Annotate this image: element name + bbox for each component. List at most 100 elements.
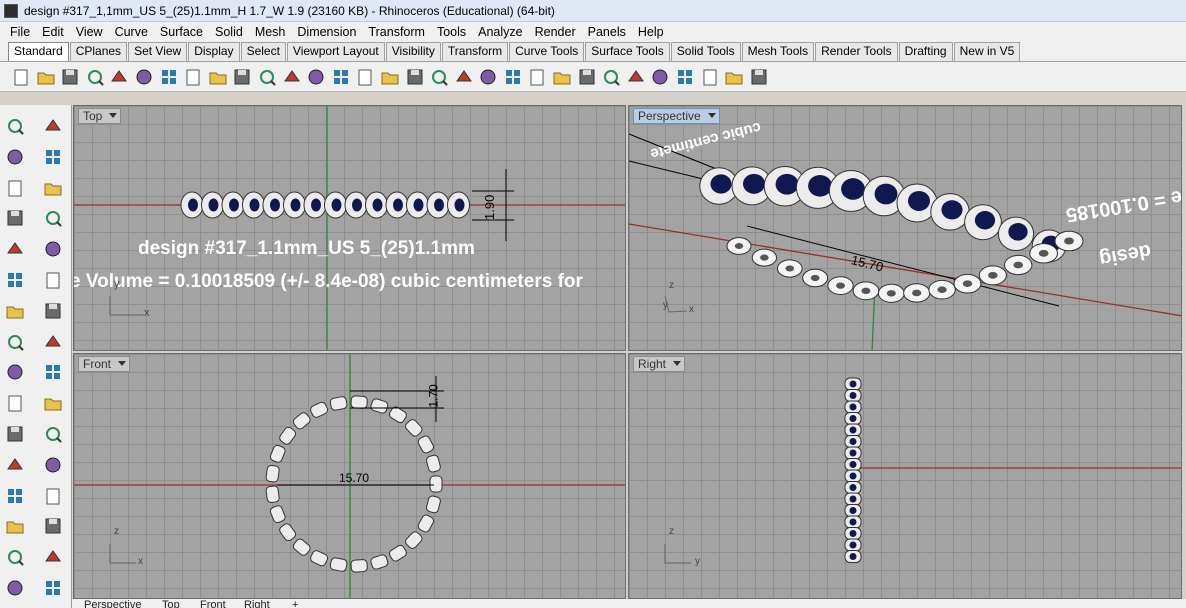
tab-transform[interactable]: Transform (441, 42, 509, 61)
explode-icon[interactable] (4, 392, 26, 414)
trim-icon[interactable] (4, 423, 26, 445)
cut-icon[interactable] (133, 66, 155, 88)
tab-render-tools[interactable]: Render Tools (815, 42, 898, 61)
sphere-icon[interactable] (42, 300, 64, 322)
extrude-icon[interactable] (4, 331, 26, 353)
color-icon[interactable] (576, 66, 598, 88)
tab-curve-tools[interactable]: Curve Tools (509, 42, 585, 61)
paste-icon[interactable] (182, 66, 204, 88)
polygon-icon[interactable] (4, 238, 26, 260)
menu-tools[interactable]: Tools (431, 22, 472, 42)
rotate-view-icon[interactable] (256, 66, 278, 88)
curve-points-icon[interactable] (42, 146, 64, 168)
tab-solid-tools[interactable]: Solid Tools (670, 42, 741, 61)
save-icon[interactable] (59, 66, 81, 88)
rebuild-icon[interactable] (42, 361, 64, 383)
menu-view[interactable]: View (70, 22, 109, 42)
tab-viewport-layout[interactable]: Viewport Layout (286, 42, 385, 61)
undo-icon[interactable] (207, 66, 229, 88)
hatch-icon[interactable] (42, 515, 64, 537)
boolean-icon[interactable] (4, 361, 26, 383)
zoom-icon[interactable] (281, 66, 303, 88)
print-icon[interactable] (84, 66, 106, 88)
render-shaded-icon[interactable] (600, 66, 622, 88)
open-icon[interactable] (35, 66, 57, 88)
bottom-tab-add[interactable]: + (292, 599, 298, 608)
mesh-icon[interactable] (4, 546, 26, 568)
fillet-icon[interactable] (42, 238, 64, 260)
rectangle-icon[interactable] (42, 207, 64, 229)
arc-icon[interactable] (4, 207, 26, 229)
car-icon[interactable] (428, 66, 450, 88)
point-icon[interactable] (42, 115, 64, 137)
dimension-icon[interactable] (42, 454, 64, 476)
viewport-front[interactable]: Front 15.70 1.70 z x (73, 353, 626, 599)
menu-transform[interactable]: Transform (362, 22, 431, 42)
undo-view-icon[interactable] (379, 66, 401, 88)
array-icon[interactable] (4, 485, 26, 507)
tab-set-view[interactable]: Set View (128, 42, 188, 61)
zoom-selected-icon[interactable] (354, 66, 376, 88)
bottom-tab-front[interactable]: Front (200, 599, 226, 608)
menu-solid[interactable]: Solid (209, 22, 249, 42)
menu-analyze[interactable]: Analyze (472, 22, 528, 42)
zoom-extents-icon[interactable] (330, 66, 352, 88)
polyline-icon[interactable] (4, 146, 26, 168)
box-icon[interactable] (4, 300, 26, 322)
grid-snap-icon[interactable] (723, 66, 745, 88)
lock-view-icon[interactable] (477, 66, 499, 88)
tab-surface-tools[interactable]: Surface Tools (585, 42, 670, 61)
bottom-tab-perspective[interactable]: Perspective (84, 599, 141, 608)
render-ghost-icon[interactable] (625, 66, 647, 88)
loft-icon[interactable] (42, 269, 64, 291)
menu-render[interactable]: Render (529, 22, 582, 42)
zoom-window-icon[interactable] (305, 66, 327, 88)
pan-icon[interactable] (231, 66, 253, 88)
menu-file[interactable]: File (4, 22, 36, 42)
text-icon[interactable] (4, 454, 26, 476)
render-icon[interactable] (649, 66, 671, 88)
bottom-tab-top[interactable]: Top (162, 599, 180, 608)
flip-icon[interactable] (42, 392, 64, 414)
menu-mesh[interactable]: Mesh (249, 22, 292, 42)
group-icon[interactable] (42, 485, 64, 507)
circle-icon[interactable] (4, 177, 26, 199)
layer-icon[interactable] (551, 66, 573, 88)
menu-help[interactable]: Help (632, 22, 670, 42)
surface-icon[interactable] (4, 269, 26, 291)
new-icon[interactable] (10, 66, 32, 88)
viewport-label-front[interactable]: Front (78, 356, 131, 372)
help-icon[interactable] (748, 66, 770, 88)
tab-cplanes[interactable]: CPlanes (69, 42, 128, 61)
tab-drafting[interactable]: Drafting (898, 42, 953, 61)
menu-panels[interactable]: Panels (582, 22, 632, 42)
curvature-icon[interactable] (4, 577, 26, 599)
viewport-label-top[interactable]: Top (78, 108, 122, 124)
tab-standard[interactable]: Standard (8, 42, 69, 61)
tab-select[interactable]: Select (240, 42, 286, 61)
block-icon[interactable] (4, 515, 26, 537)
tab-mesh-tools[interactable]: Mesh Tools (741, 42, 815, 61)
menu-dimension[interactable]: Dimension (291, 22, 362, 42)
viewport-right[interactable]: Right z y (628, 353, 1182, 599)
tab-new-in-v5[interactable]: New in V5 (953, 42, 1021, 61)
blend-icon[interactable] (42, 423, 64, 445)
tab-display[interactable]: Display (188, 42, 240, 61)
options-icon[interactable] (453, 66, 475, 88)
cage-icon[interactable] (42, 331, 64, 353)
viewport-top[interactable]: Top 1.90 design #317_1.1mm_US 5_(25)1.1m… (73, 105, 626, 351)
point-select-icon[interactable] (699, 66, 721, 88)
viewport-label-right[interactable]: Right (633, 356, 686, 372)
lock-icon[interactable] (526, 66, 548, 88)
import-icon[interactable] (108, 66, 130, 88)
light-icon[interactable] (502, 66, 524, 88)
copy-icon[interactable] (158, 66, 180, 88)
analyze-icon[interactable] (42, 546, 64, 568)
four-viewports-icon[interactable] (404, 66, 426, 88)
select-icon[interactable] (4, 115, 26, 137)
menu-surface[interactable]: Surface (154, 22, 209, 42)
tab-visibility[interactable]: Visibility (385, 42, 441, 61)
viewport-perspective[interactable]: Perspective olume = 0.100185 desig cubic… (628, 105, 1182, 351)
bottom-tab-right[interactable]: Right (244, 599, 270, 608)
ellipse-icon[interactable] (42, 177, 64, 199)
